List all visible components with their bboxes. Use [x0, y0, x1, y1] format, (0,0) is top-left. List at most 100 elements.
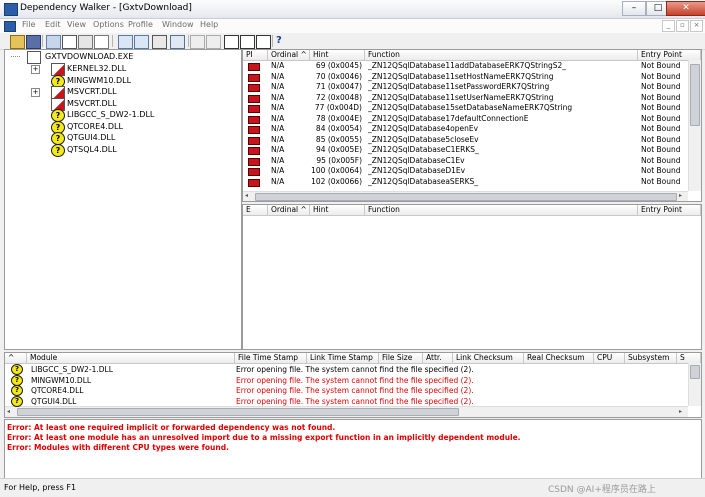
profile-icon[interactable]: [62, 35, 77, 49]
menu-view[interactable]: View: [67, 20, 86, 29]
imports-horizontal-scrollbar[interactable]: ◂ ▸: [243, 191, 688, 201]
col-real-checksum[interactable]: Real Checksum: [524, 353, 594, 363]
col-hint[interactable]: Hint: [310, 50, 365, 60]
tree-item[interactable]: ? QTGUI4.DLL: [5, 132, 235, 145]
tree-item[interactable]: ? QTSQL4.DLL: [5, 143, 235, 157]
document-icon[interactable]: [4, 21, 16, 32]
tree-item[interactable]: MSVCRT.DLL: [5, 97, 235, 111]
menu-edit[interactable]: Edit: [45, 20, 61, 29]
col-cpu[interactable]: CPU: [594, 353, 625, 363]
import-row[interactable]: N/A 102 (0x0066) _ZN12QSqlDatabaseaSERKS_ N…: [243, 177, 688, 188]
tile-vertical-icon[interactable]: [256, 35, 271, 49]
modules-horizontal-scrollbar[interactable]: ◂ ▸: [5, 406, 688, 417]
view-module-icon[interactable]: [170, 35, 185, 49]
col-file-size[interactable]: File Size: [379, 353, 423, 363]
col-entry-point[interactable]: Entry Point: [638, 50, 701, 60]
module-list-pane[interactable]: ^ Module File Time Stamp Link Time Stamp…: [4, 352, 702, 418]
col-pi[interactable]: PI: [243, 50, 268, 60]
module-row[interactable]: ? MINGWM10.DLL Error opening file. The sys…: [5, 374, 688, 387]
help-icon[interactable]: ?: [276, 35, 289, 47]
log-pane[interactable]: Error: At least one required implicit or…: [4, 419, 702, 479]
modules-vertical-scrollbar[interactable]: [688, 363, 701, 406]
expand-icon[interactable]: +: [31, 88, 40, 97]
function-cell: _ZN12QSqlDatabase5closeEv: [368, 134, 479, 144]
col-attr[interactable]: Attr.: [423, 353, 453, 363]
copy-icon[interactable]: [78, 35, 93, 49]
minimize-button[interactable]: –: [622, 1, 646, 16]
tree-item[interactable]: + KERNEL32.DLL: [5, 63, 235, 76]
col-link-time[interactable]: Link Time Stamp: [307, 353, 379, 363]
import-row[interactable]: N/A 78 (0x004E) _ZN12QSqlDatabase17default…: [243, 114, 688, 125]
open-icon[interactable]: [10, 35, 25, 49]
menu-profile[interactable]: Profile: [128, 20, 153, 29]
full-path-icon[interactable]: [94, 35, 109, 49]
col-link-checksum[interactable]: Link Checksum: [453, 353, 524, 363]
import-row[interactable]: N/A 95 (0x005F) _ZN12QSqlDatabaseC1Ev Not B…: [243, 156, 688, 167]
tile-horizontal-icon[interactable]: [240, 35, 255, 49]
menu-help[interactable]: Help: [200, 20, 218, 29]
tree-item[interactable]: + MSVCRT.DLL: [5, 86, 235, 99]
module-tree-pane[interactable]: GXTVDOWNLOAD.EXE + KERNEL32.DLL? MINGWM10.…: [4, 49, 242, 350]
col-subsystem[interactable]: Subsystem: [625, 353, 677, 363]
scroll-thumb[interactable]: [255, 193, 677, 201]
expand-icon[interactable]: +: [31, 65, 40, 74]
mdi-minimize-button[interactable]: _: [662, 20, 675, 32]
mdi-close-button[interactable]: ×: [690, 20, 703, 32]
function-cell: _ZN12QSqlDatabase4openEv: [368, 124, 479, 133]
tree-item[interactable]: ? QTCORE4.DLL: [5, 120, 235, 134]
col-module[interactable]: Module: [27, 353, 235, 363]
col-entry-point[interactable]: Entry Point: [638, 205, 701, 215]
col-flags[interactable]: ^: [5, 353, 27, 363]
import-row[interactable]: N/A 94 (0x005E) _ZN12QSqlDatabaseC1ERKS_ No…: [243, 145, 688, 156]
find-icon[interactable]: [46, 35, 61, 49]
toolbar: ?: [0, 33, 705, 50]
import-row[interactable]: N/A 85 (0x0055) _ZN12QSqlDatabase5closeEv N…: [243, 135, 688, 146]
tree-item[interactable]: ? LIBGCC_S_DW2-1.DLL: [5, 109, 235, 122]
imports-vertical-scrollbar[interactable]: [688, 60, 701, 191]
scroll-thumb[interactable]: [690, 365, 700, 379]
col-ordinal[interactable]: Ordinal ^: [268, 205, 310, 215]
tree-item[interactable]: ? MINGWM10.DLL: [5, 74, 235, 88]
col-hint[interactable]: Hint: [310, 205, 365, 215]
scroll-right-icon[interactable]: ▸: [679, 408, 682, 415]
toolbar-separator: [272, 35, 273, 47]
list-icon[interactable]: [206, 35, 221, 49]
mdi-restore-button[interactable]: ▫: [676, 20, 689, 32]
module-row[interactable]: ? QTGUI4.DLL Error opening file. The syste…: [5, 395, 688, 408]
import-status-icon: [248, 178, 260, 187]
scroll-left-icon[interactable]: ◂: [245, 192, 248, 199]
import-row[interactable]: N/A 70 (0x0046) _ZN12QSqlDatabase11setHost…: [243, 72, 688, 83]
scroll-right-icon[interactable]: ▸: [679, 192, 682, 199]
menu-options[interactable]: Options: [93, 20, 124, 29]
scroll-thumb[interactable]: [690, 64, 700, 126]
menu-window[interactable]: Window: [162, 20, 194, 29]
module-row[interactable]: ? LIBGCC_S_DW2-1.DLL Error opening file. T…: [5, 364, 688, 376]
import-row[interactable]: N/A 69 (0x0045) _ZN12QSqlDatabase11addData…: [243, 61, 688, 72]
ordinal-cell: N/A: [271, 124, 285, 133]
import-row[interactable]: N/A 77 (0x004D) _ZN12QSqlDatabase15setData…: [243, 103, 688, 114]
col-e[interactable]: E: [243, 205, 268, 215]
import-row[interactable]: N/A 71 (0x0047) _ZN12QSqlDatabase11setPass…: [243, 82, 688, 93]
import-row[interactable]: N/A 84 (0x0054) _ZN12QSqlDatabase4openEv No…: [243, 124, 688, 135]
cascade-icon[interactable]: [224, 35, 239, 49]
menu-file[interactable]: File: [22, 20, 35, 29]
scroll-thumb[interactable]: [17, 408, 459, 416]
entry-point-cell: Not Bound: [641, 92, 681, 102]
col-function[interactable]: Function: [365, 205, 638, 215]
highlight-icon[interactable]: [190, 35, 205, 49]
scroll-left-icon[interactable]: ◂: [7, 408, 10, 415]
imports-pane[interactable]: PI Ordinal ^ Hint Function Entry Point ◂…: [242, 49, 702, 202]
properties-icon[interactable]: [152, 35, 167, 49]
save-icon[interactable]: [26, 35, 41, 49]
close-button[interactable]: ✕: [666, 1, 705, 16]
undecorate-icon[interactable]: [118, 35, 133, 49]
col-ordinal[interactable]: Ordinal ^: [268, 50, 310, 60]
exports-pane[interactable]: E Ordinal ^ Hint Function Entry Point: [242, 204, 702, 350]
col-symbols[interactable]: S: [677, 353, 701, 363]
col-file-time[interactable]: File Time Stamp: [235, 353, 307, 363]
import-row[interactable]: N/A 100 (0x0064) _ZN12QSqlDatabaseD1Ev Not …: [243, 166, 688, 177]
module-row[interactable]: ? QTCORE4.DLL Error opening file. The syst…: [5, 385, 688, 397]
external-viewer-icon[interactable]: [134, 35, 149, 49]
import-row[interactable]: N/A 72 (0x0048) _ZN12QSqlDatabase11setUser…: [243, 93, 688, 104]
col-function[interactable]: Function: [365, 50, 638, 60]
